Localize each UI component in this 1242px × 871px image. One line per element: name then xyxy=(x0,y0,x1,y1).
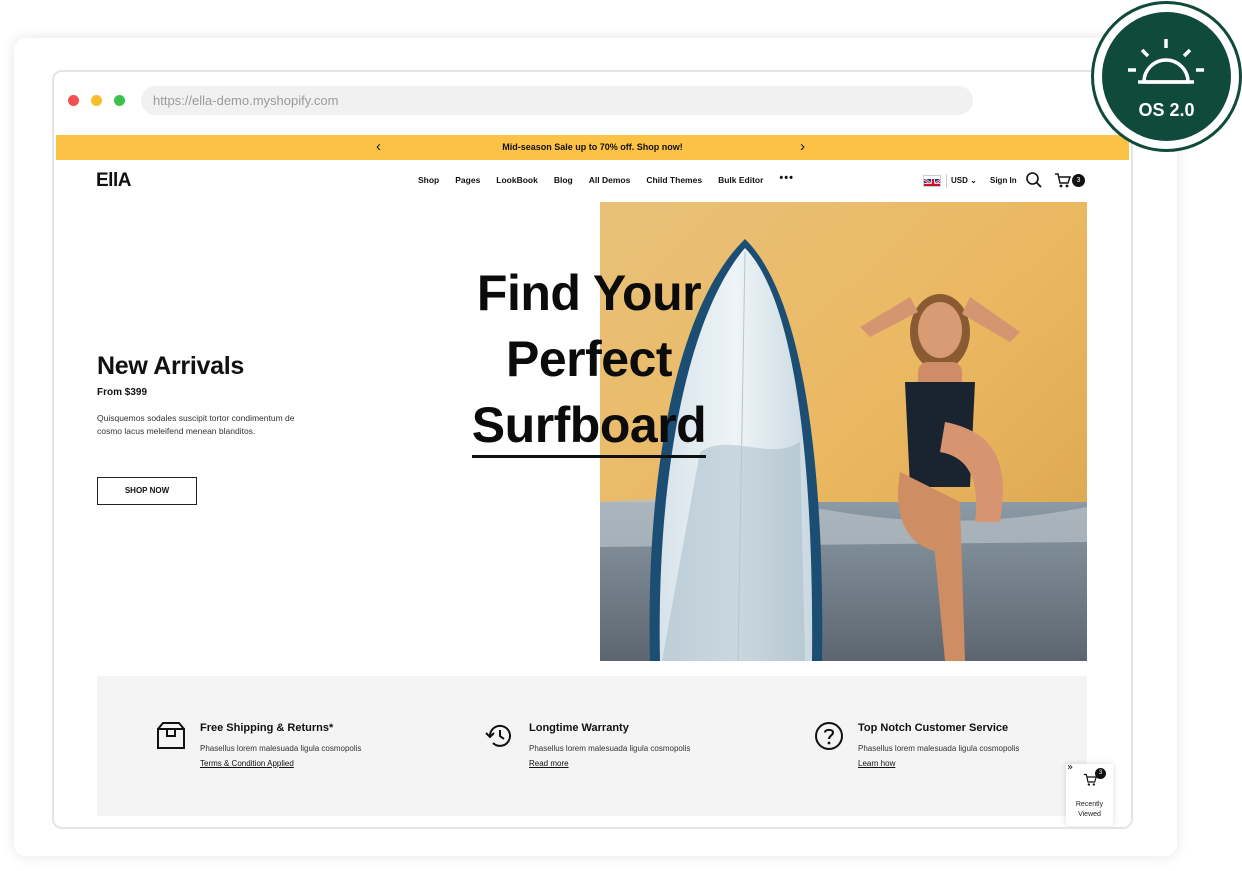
uk-flag-icon[interactable] xyxy=(923,175,941,187)
question-icon xyxy=(815,722,843,750)
recent-count-badge: 3 xyxy=(1095,768,1106,779)
hero-left-copy: New Arrivals From $399 Quisquemos sodale… xyxy=(97,352,357,438)
feature-title: Top Notch Customer Service xyxy=(858,722,1009,734)
feature-link[interactable]: Terms & Condition Applied xyxy=(200,759,294,768)
nav-item-pages[interactable]: Pages xyxy=(455,175,480,185)
promo-prev-arrow-icon[interactable]: ‹ xyxy=(376,135,381,159)
nav-item-shop[interactable]: Shop xyxy=(418,175,439,185)
site-logo[interactable]: EllA xyxy=(96,170,131,192)
close-window-button[interactable] xyxy=(68,95,79,106)
nav-item-blog[interactable]: Blog xyxy=(554,175,573,185)
collapse-icon[interactable]: » xyxy=(1067,762,1073,773)
sign-in-link[interactable]: Sign In xyxy=(990,176,1017,185)
nav-item-bulk-editor[interactable]: Bulk Editor xyxy=(718,175,763,185)
recently-viewed-label-line-2: Viewed xyxy=(1078,811,1101,818)
feature-title: Longtime Warranty xyxy=(529,722,629,734)
feature-title: Free Shipping & Returns* xyxy=(200,722,334,734)
search-icon[interactable] xyxy=(1025,171,1043,189)
hero-subtitle: New Arrivals xyxy=(97,352,244,380)
sunrise-icon xyxy=(1128,39,1204,84)
maximize-window-button[interactable] xyxy=(114,95,125,106)
currency-selector[interactable]: USD ⌄ xyxy=(951,176,977,185)
feature-description: Phasellus lorem malesuada ligula cosmopo… xyxy=(529,744,691,753)
main-nav: Shop Pages LookBook Blog All Demos Child… xyxy=(418,172,810,185)
os-version-text: OS 2.0 xyxy=(1138,100,1195,120)
nav-item-all-demos[interactable]: All Demos xyxy=(589,175,631,185)
feature-description: Phasellus lorem malesuada ligula cosmopo… xyxy=(200,744,362,753)
promo-text[interactable]: Mid-season Sale up to 70% off. Shop now! xyxy=(502,142,683,152)
feature-link[interactable]: Learn how xyxy=(858,759,895,768)
hero-headline: Find Your Perfect Surfboard xyxy=(414,260,764,458)
shop-now-button[interactable]: SHOP NOW xyxy=(97,477,197,505)
feature-link[interactable]: Read more xyxy=(529,759,569,768)
nav-item-child-themes[interactable]: Child Themes xyxy=(646,175,702,185)
recently-viewed-label: Recently Viewed xyxy=(1066,800,1113,820)
os-badge-inner: OS 2.0 xyxy=(1102,12,1231,141)
hero-price: From $399 xyxy=(97,387,148,398)
os-2-badge: OS 2.0 xyxy=(1091,1,1242,152)
site-header: EllA Shop Pages LookBook Blog All Demos … xyxy=(54,162,1131,200)
header-divider xyxy=(946,174,947,188)
headline-line-3: Surfboard xyxy=(471,395,707,458)
features-strip: Free Shipping & Returns* Phasellus lorem… xyxy=(97,676,1087,816)
cart-count-badge: 3 xyxy=(1072,174,1085,187)
address-bar[interactable]: https://ella-demo.myshopify.com xyxy=(141,86,973,115)
hero-description: Quisquemos sodales suscipit tortor condi… xyxy=(97,413,295,436)
nav-item-lookbook[interactable]: LookBook xyxy=(496,175,538,185)
history-icon xyxy=(485,724,511,747)
headline-line-1: Find Your xyxy=(476,265,702,321)
promo-next-arrow-icon[interactable]: › xyxy=(800,135,805,159)
nav-more-icon[interactable]: ••• xyxy=(779,172,794,185)
cart-icon[interactable] xyxy=(1054,171,1072,189)
headline-line-2: Perfect xyxy=(505,331,673,387)
recently-viewed-label-line-1: Recently xyxy=(1075,801,1104,808)
promo-bar: ‹ Mid-season Sale up to 70% off. Shop no… xyxy=(56,135,1129,160)
recently-viewed-widget[interactable]: » 3 Recently Viewed xyxy=(1066,762,1113,826)
minimize-window-button[interactable] xyxy=(91,95,102,106)
box-icon xyxy=(157,722,185,749)
feature-description: Phasellus lorem malesuada ligula cosmopo… xyxy=(858,744,1020,753)
browser-window: https://ella-demo.myshopify.com ‹ Mid-se… xyxy=(52,70,1133,829)
browser-chrome: https://ella-demo.myshopify.com xyxy=(54,72,1131,130)
